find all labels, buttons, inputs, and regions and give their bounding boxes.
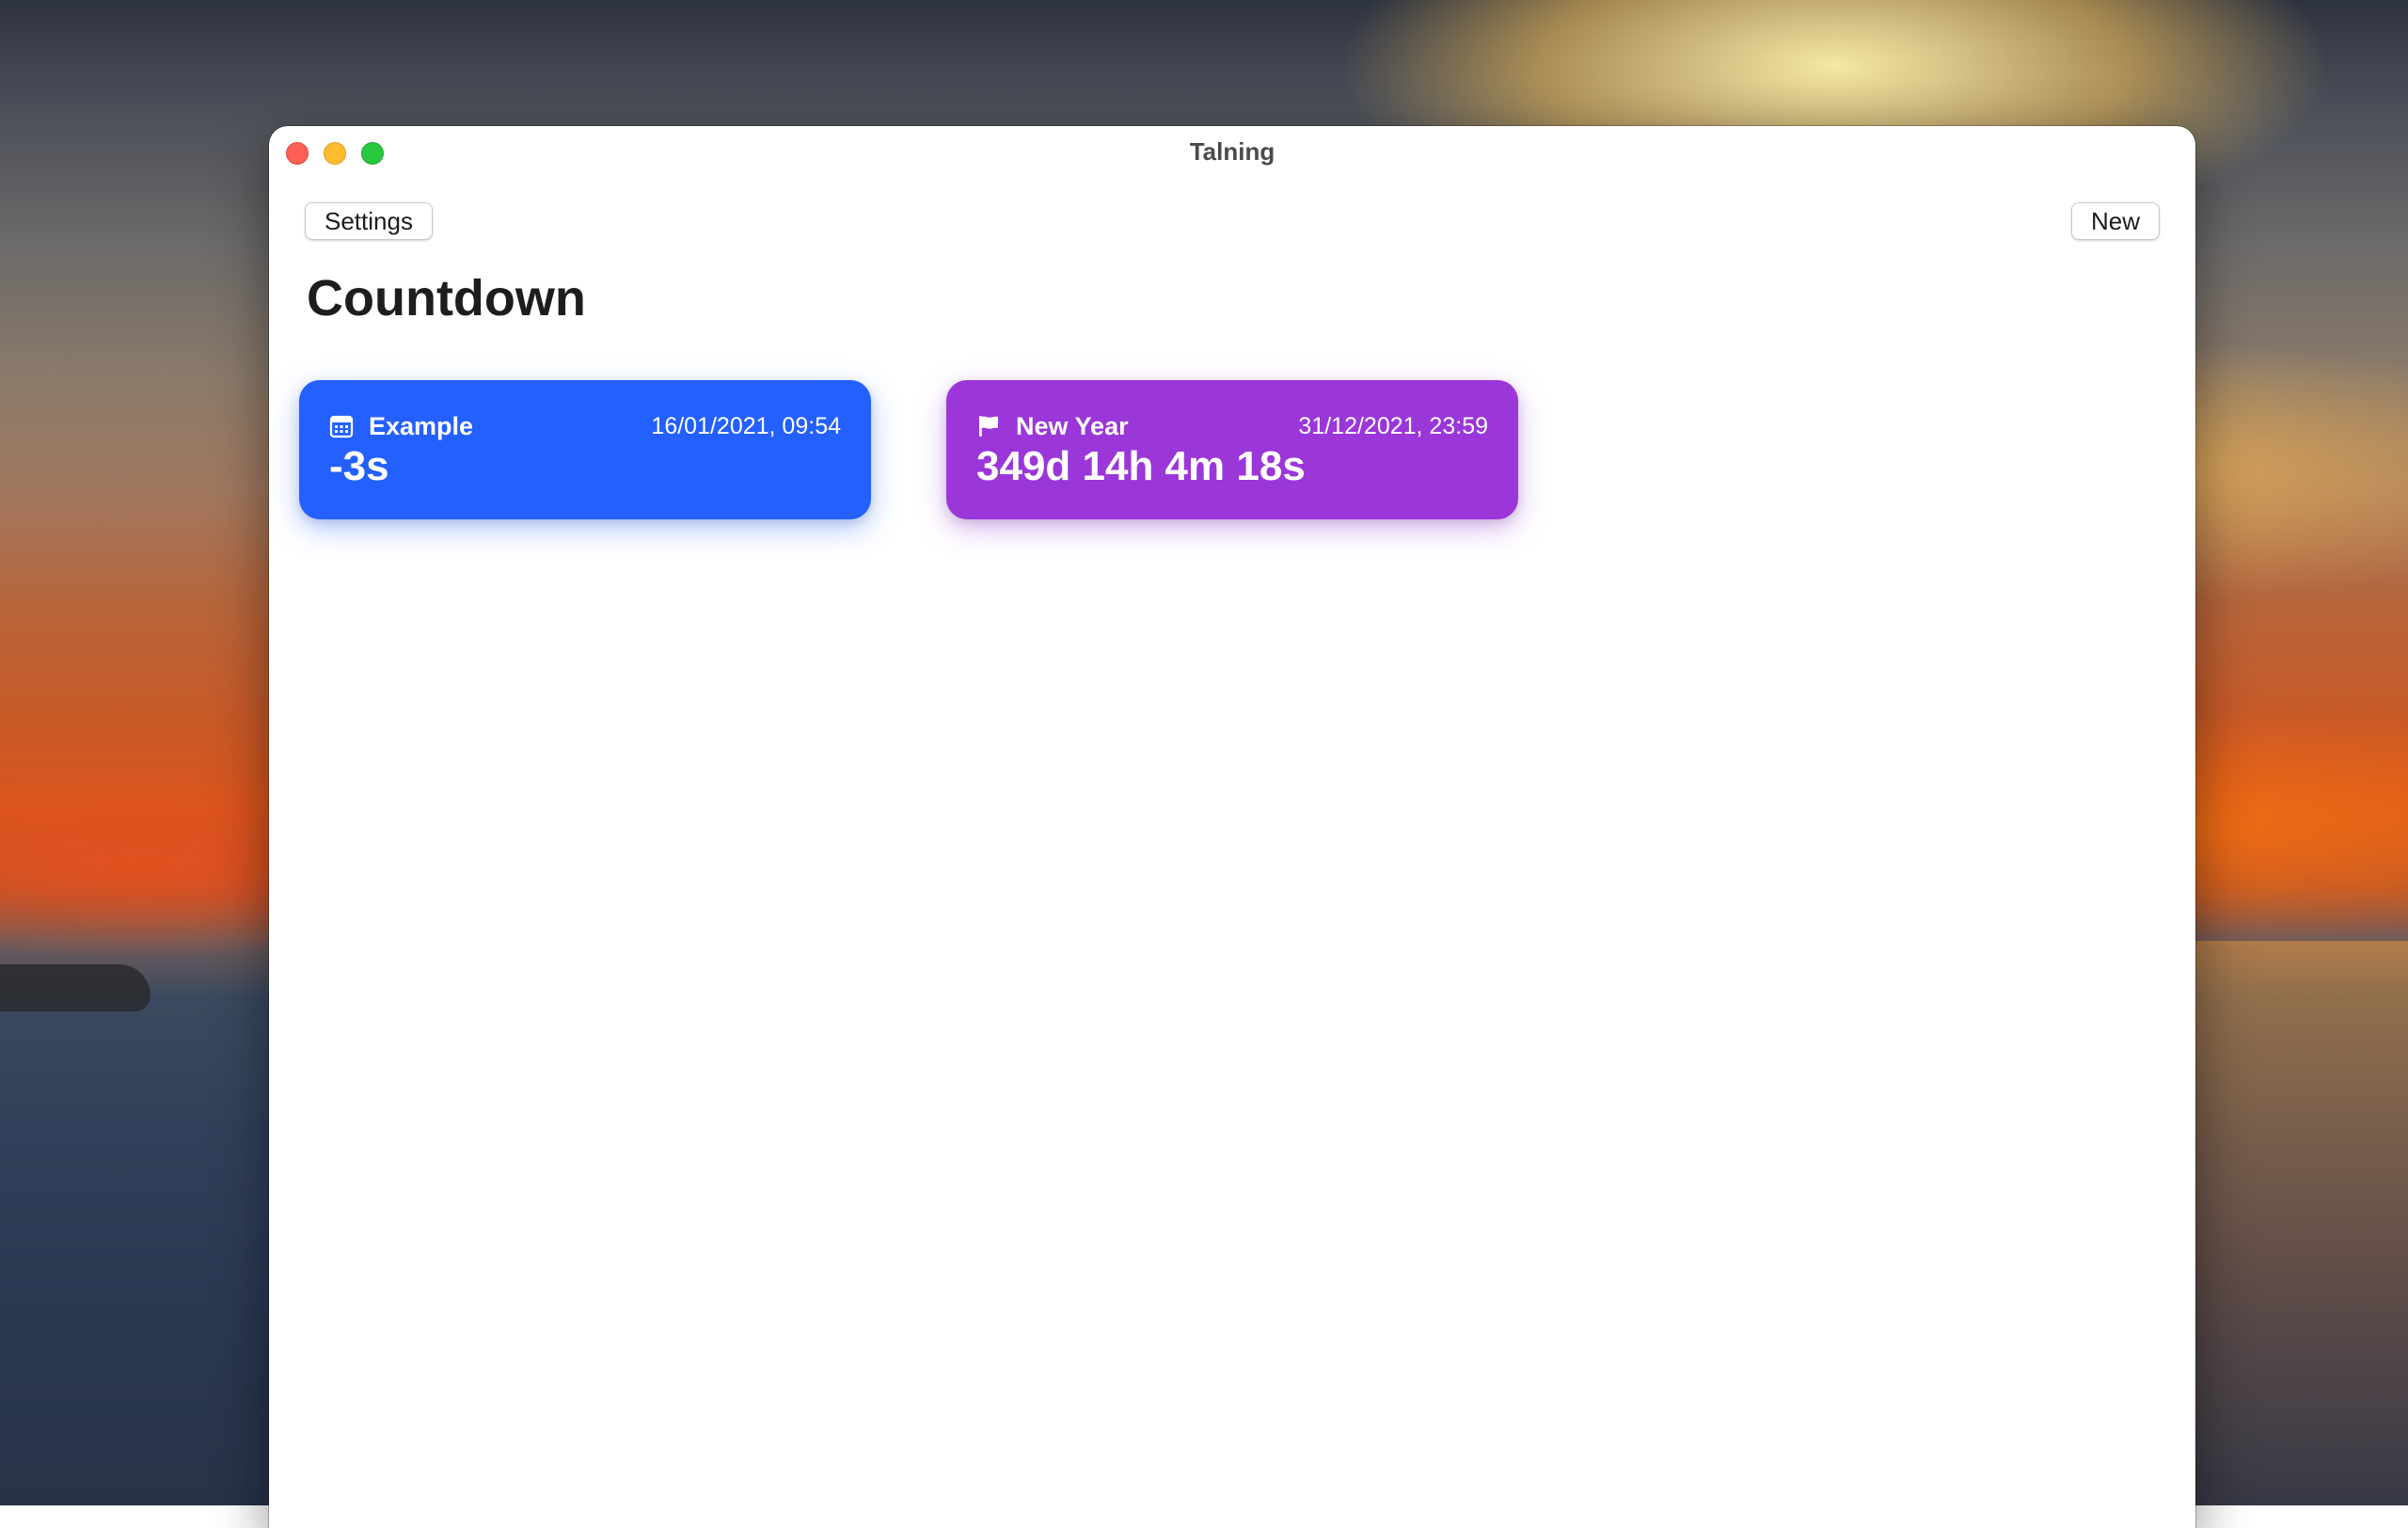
card-countdown: 349d 14h 4m 18s [976,443,1306,489]
wallpaper-sea-glint [2192,941,2408,1505]
wallpaper-jetty [0,964,150,1011]
page-title: Countdown [307,270,586,326]
countdown-card-example[interactable]: Example 16/01/2021, 09:54 -3s [299,380,871,519]
card-name: New Year [1016,412,1129,440]
card-name: Example [369,412,474,440]
new-button[interactable]: New [2070,202,2160,240]
window-title: Talning [1189,137,1275,166]
card-date: 16/01/2021, 09:54 [651,413,841,439]
title-bar[interactable]: Talning [269,126,2195,179]
app-window: Talning Settings New Countdown Example 1… [269,126,2195,1528]
card-countdown: -3s [329,443,389,489]
card-header: Example 16/01/2021, 09:54 [329,410,841,442]
card-header: New Year 31/12/2021, 23:59 [976,410,1488,442]
settings-button[interactable]: Settings [305,202,433,240]
countdown-card-new-year[interactable]: New Year 31/12/2021, 23:59 349d 14h 4m 1… [946,380,1518,519]
flag-icon [979,416,998,437]
card-date: 31/12/2021, 23:59 [1298,413,1488,439]
calendar-icon [329,415,354,438]
